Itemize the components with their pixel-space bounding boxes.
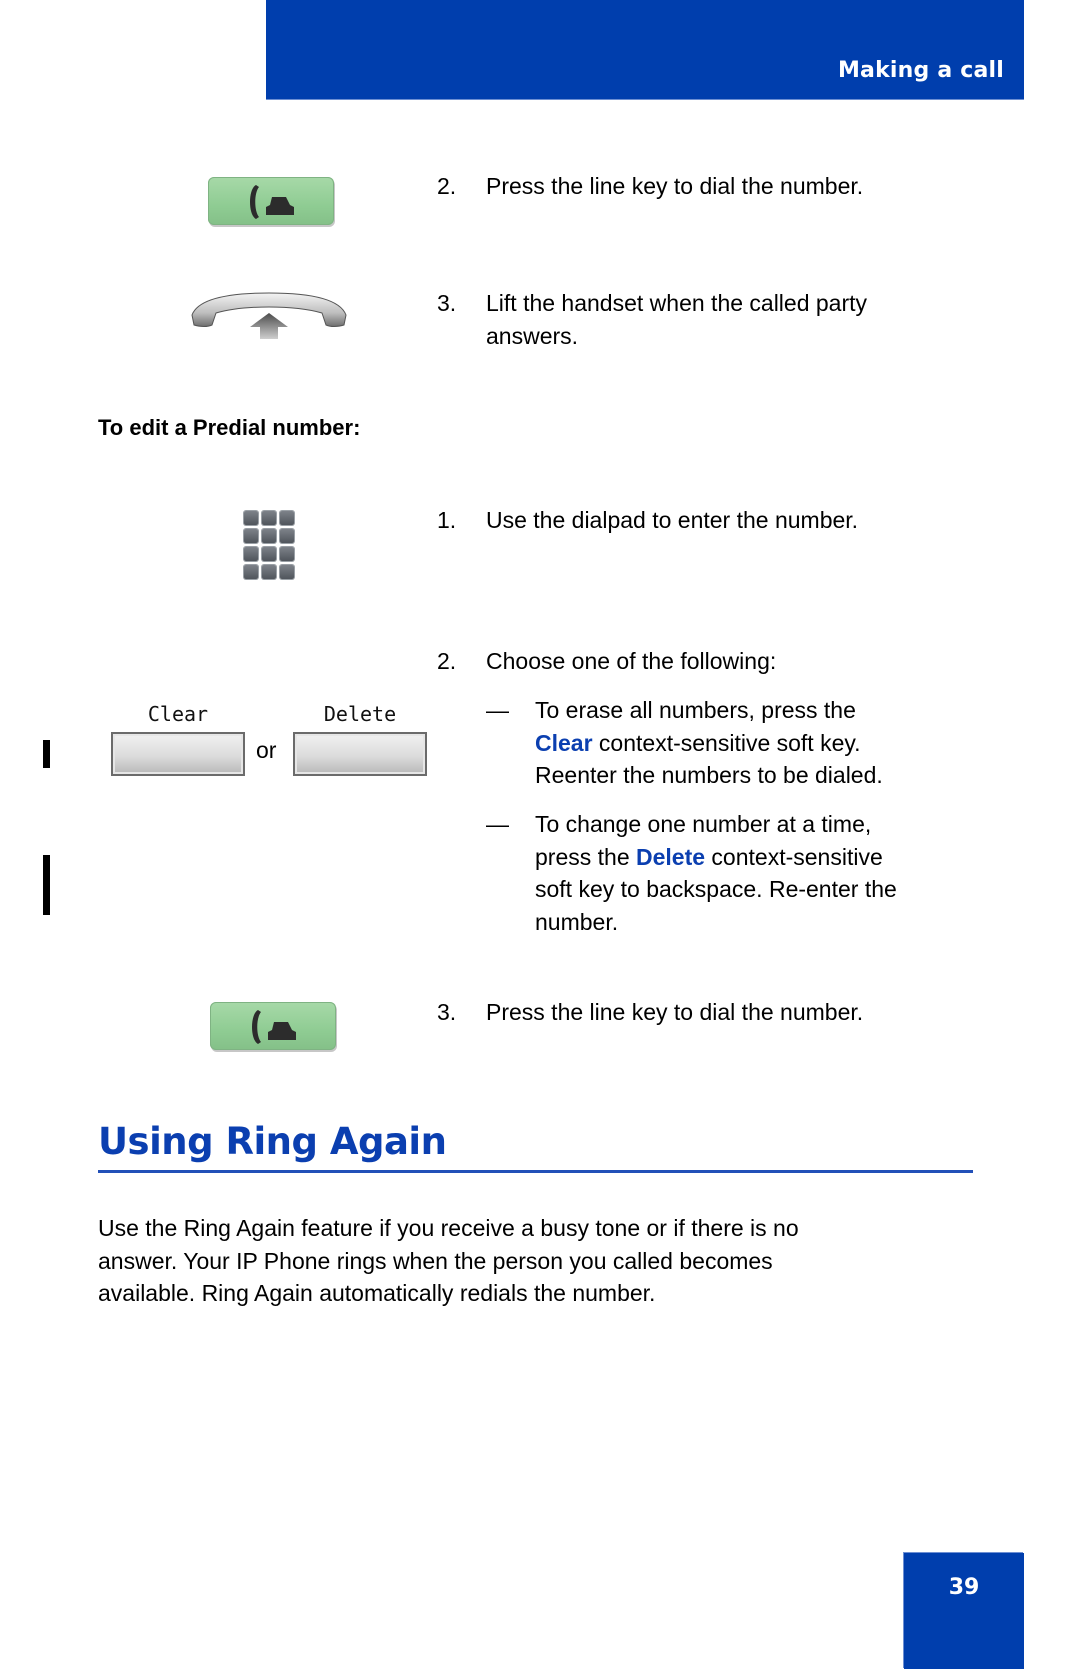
or-text: or — [256, 737, 277, 763]
header-bar: Making a call — [266, 0, 1024, 100]
step-text: Press the line key to dial the number. — [486, 173, 864, 199]
clear-key-reference: Clear — [535, 730, 593, 756]
step-text: Press the line key to dial the number. — [486, 999, 864, 1025]
option-line: press the Delete context-sensitive — [535, 841, 883, 874]
paragraph-line: Use the Ring Again feature if you receiv… — [98, 1215, 799, 1241]
option-line: Reenter the numbers to be dialed. — [535, 762, 883, 788]
option-line-pre: press the — [535, 844, 636, 870]
step-number: 3. — [437, 999, 457, 1025]
page-number: 39 — [948, 1575, 980, 1600]
step-text-line: answers. — [486, 323, 579, 349]
option-line: number. — [535, 909, 619, 935]
clear-softkey-label: Clear — [147, 702, 209, 726]
option-line: To erase all numbers, press the — [535, 697, 856, 723]
option-dash: — — [486, 697, 509, 723]
ring-again-paragraph: Use the Ring Again feature if you receiv… — [98, 1212, 978, 1310]
option-line: soft key to backspace. Re-enter the — [535, 876, 897, 902]
change-bar — [43, 740, 50, 768]
delete-softkey-label: Delete — [323, 702, 397, 726]
handset-lift-icon — [188, 285, 350, 341]
clear-softkey-button[interactable] — [111, 732, 245, 776]
paragraph-line: available. Ring Again automatically redi… — [98, 1280, 656, 1306]
step-text: Choose one of the following: — [486, 648, 777, 674]
section-title: Making a call — [837, 58, 1004, 83]
option-dash: — — [486, 811, 509, 837]
option-line: To change one number at a time, — [535, 811, 872, 837]
line-key-icon — [210, 1002, 336, 1050]
line-key-icon — [208, 177, 334, 225]
option-line: Clear context-sensitive soft key. — [535, 727, 861, 760]
subheading-edit-predial: To edit a Predial number: — [98, 415, 361, 440]
option-line-rest: context-sensitive — [705, 844, 883, 870]
step-number: 3. — [437, 290, 457, 316]
step-number: 2. — [437, 173, 457, 199]
change-bar — [43, 855, 50, 915]
option-line-rest: context-sensitive soft key. — [592, 730, 861, 756]
step-number: 1. — [437, 507, 457, 533]
dialpad-icon — [244, 511, 294, 579]
delete-softkey-button[interactable] — [293, 732, 427, 776]
section-heading-ring-again: Using Ring Again — [98, 1120, 447, 1163]
delete-key-reference: Delete — [636, 844, 706, 870]
step-number: 2. — [437, 648, 457, 674]
heading-rule — [98, 1170, 973, 1173]
step-text: Use the dialpad to enter the number. — [486, 507, 859, 533]
page-number-box: 39 — [904, 1553, 1024, 1669]
step-text-line: Lift the handset when the called party — [486, 290, 868, 316]
paragraph-line: answer. Your IP Phone rings when the per… — [98, 1247, 773, 1274]
